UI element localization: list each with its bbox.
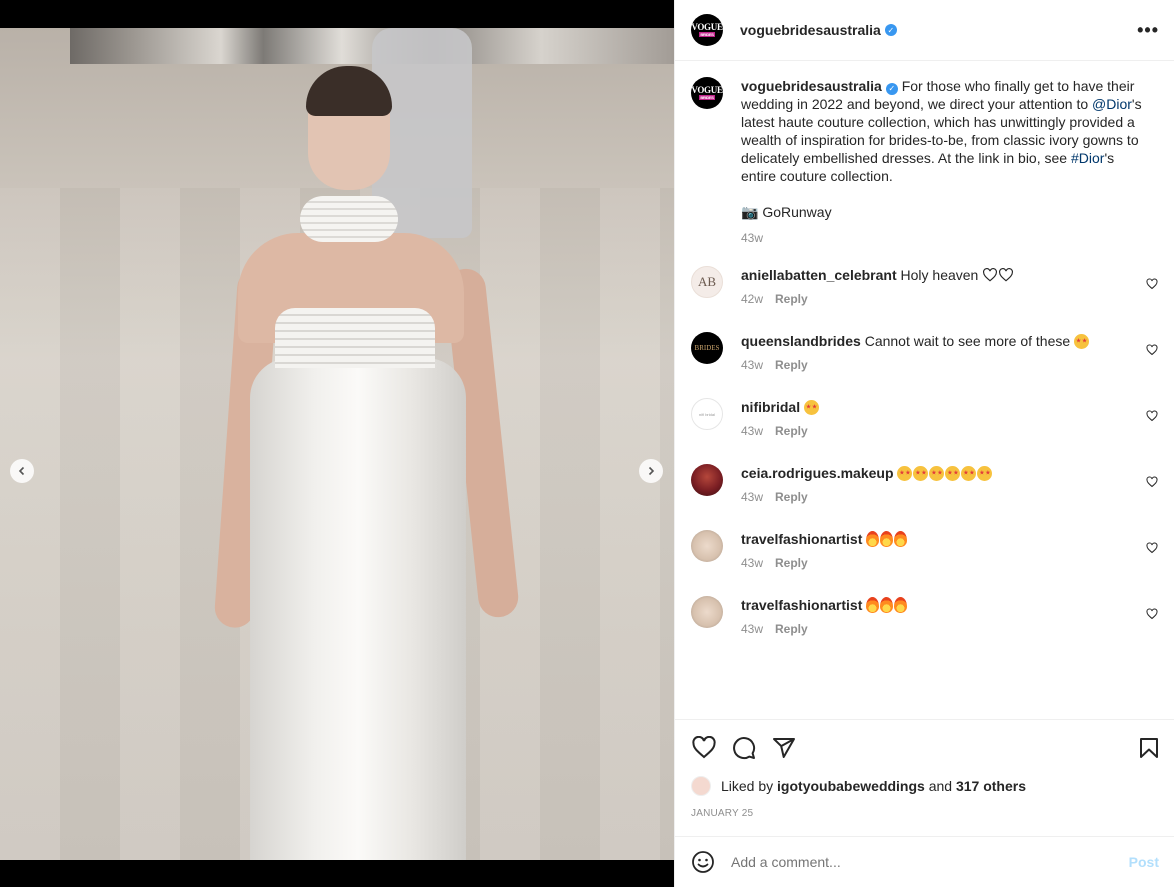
avatar[interactable] [691, 776, 711, 796]
next-slide-button[interactable] [639, 459, 663, 483]
post-date[interactable]: JANUARY 25 [691, 808, 753, 819]
avatar[interactable]: AB [691, 266, 723, 298]
comment-item: ceia.rodrigues.makeup 43w Reply [691, 464, 1161, 504]
star-struck-emoji-icon [929, 466, 945, 481]
like-comment-heart-icon[interactable] [1146, 410, 1158, 422]
add-comment-bar: Post [675, 836, 1174, 887]
fire-emoji-icon [880, 531, 894, 547]
caption-timestamp[interactable]: 43w [741, 229, 1146, 247]
comment-username[interactable]: nifibridal [741, 399, 800, 415]
fire-emoji-icon [866, 597, 880, 613]
comments-scroll[interactable]: VOGUE BRIDES voguebridesaustralia ✓ For t… [675, 61, 1174, 719]
fire-emoji-icon [894, 531, 908, 547]
post-header: VOGUE BRIDES voguebridesaustralia ✓ ••• [675, 0, 1174, 61]
post-modal: VOGUE BRIDES voguebridesaustralia ✓ ••• … [0, 0, 1174, 887]
like-comment-heart-icon[interactable] [1146, 476, 1158, 488]
reply-button[interactable]: Reply [775, 490, 808, 504]
comment-item: travelfashionartist 43w Reply [691, 596, 1161, 636]
comment-item: nifi bridal nifibridal 43w Reply [691, 398, 1161, 438]
like-comment-heart-icon[interactable] [1146, 608, 1158, 620]
avatar[interactable]: VOGUE BRIDES [691, 14, 723, 46]
comment-username[interactable]: aniellabatten_celebrant [741, 267, 897, 283]
chevron-left-icon [18, 466, 25, 476]
avatar[interactable]: nifi bridal [691, 398, 723, 430]
post-photo [0, 28, 674, 860]
star-struck-emoji-icon [804, 400, 820, 415]
post-caption: VOGUE BRIDES voguebridesaustralia ✓ For t… [691, 77, 1161, 247]
reply-button[interactable]: Reply [775, 424, 808, 438]
liker-username[interactable]: igotyoubabeweddings [777, 778, 925, 794]
white-heart-emoji-icon [999, 268, 1014, 282]
fire-emoji-icon [880, 597, 894, 613]
comment-item: travelfashionartist 43w Reply [691, 530, 1161, 570]
emoji-smiley-icon[interactable] [691, 850, 715, 874]
comment-username[interactable]: queenslandbrides [741, 333, 861, 349]
likes-summary: Liked by igotyoubabeweddings and 317 oth… [691, 776, 1026, 796]
star-struck-emoji-icon [897, 466, 913, 481]
avatar[interactable]: VOGUE BRIDES [691, 77, 723, 109]
reply-button[interactable]: Reply [775, 358, 808, 372]
post-sidebar: VOGUE BRIDES voguebridesaustralia ✓ ••• … [674, 0, 1174, 887]
avatar[interactable] [691, 464, 723, 496]
verified-badge-icon: ✓ [884, 24, 897, 36]
avatar[interactable]: BRIDES [691, 332, 723, 364]
comment-username[interactable]: ceia.rodrigues.makeup [741, 465, 894, 481]
white-gown [250, 358, 466, 860]
choker-collar [300, 196, 398, 242]
hashtag-link[interactable]: #Dior [1071, 150, 1104, 166]
comment-username[interactable]: travelfashionartist [741, 531, 862, 547]
post-actions: Liked by igotyoubabeweddings and 317 oth… [675, 719, 1174, 836]
reply-button[interactable]: Reply [775, 556, 808, 570]
caption-username[interactable]: voguebridesaustralia [741, 78, 882, 94]
avatar[interactable] [691, 530, 723, 562]
like-comment-heart-icon[interactable] [1146, 542, 1158, 554]
comment-item: AB aniellabatten_celebrant Holy heaven 4… [691, 266, 1161, 306]
comment-text: Cannot wait to see more of these [864, 333, 1071, 349]
author-username[interactable]: voguebridesaustralia [740, 22, 881, 38]
fire-emoji-icon [866, 531, 880, 547]
star-struck-emoji-icon [913, 466, 929, 481]
mention-link[interactable]: @Dior [1092, 96, 1132, 112]
like-comment-heart-icon[interactable] [1146, 278, 1158, 290]
comment-input[interactable] [731, 854, 1111, 870]
star-struck-emoji-icon [945, 466, 961, 481]
photo-credit: 📷 GoRunway [741, 204, 832, 220]
reply-button[interactable]: Reply [775, 292, 808, 306]
post-comment-button[interactable]: Post [1129, 854, 1159, 870]
likes-others-link[interactable]: 317 others [956, 778, 1026, 794]
comment-bubble-icon[interactable] [732, 736, 756, 760]
previous-slide-button[interactable] [10, 459, 34, 483]
star-struck-emoji-icon [977, 466, 993, 481]
fire-emoji-icon [894, 597, 908, 613]
chevron-right-icon [648, 466, 655, 476]
like-comment-heart-icon[interactable] [1146, 344, 1158, 356]
star-struck-emoji-icon [961, 466, 977, 481]
comment-timestamp[interactable]: 43w [741, 490, 763, 504]
comment-timestamp[interactable]: 43w [741, 424, 763, 438]
star-struck-emoji-icon [1074, 334, 1090, 349]
comment-item: BRIDES queenslandbrides Cannot wait to s… [691, 332, 1161, 372]
like-heart-icon[interactable] [692, 736, 716, 760]
comment-timestamp[interactable]: 43w [741, 358, 763, 372]
verified-badge-icon: ✓ [885, 83, 898, 95]
comment-timestamp[interactable]: 42w [741, 292, 763, 306]
comment-timestamp[interactable]: 43w [741, 622, 763, 636]
white-heart-emoji-icon [983, 268, 998, 282]
share-paper-plane-icon[interactable] [772, 736, 796, 760]
comment-timestamp[interactable]: 43w [741, 556, 763, 570]
more-options-button[interactable]: ••• [1137, 20, 1159, 41]
reply-button[interactable]: Reply [775, 622, 808, 636]
save-bookmark-icon[interactable] [1137, 736, 1161, 760]
comment-username[interactable]: travelfashionartist [741, 597, 862, 613]
avatar[interactable] [691, 596, 723, 628]
comment-text: Holy heaven [900, 267, 979, 283]
